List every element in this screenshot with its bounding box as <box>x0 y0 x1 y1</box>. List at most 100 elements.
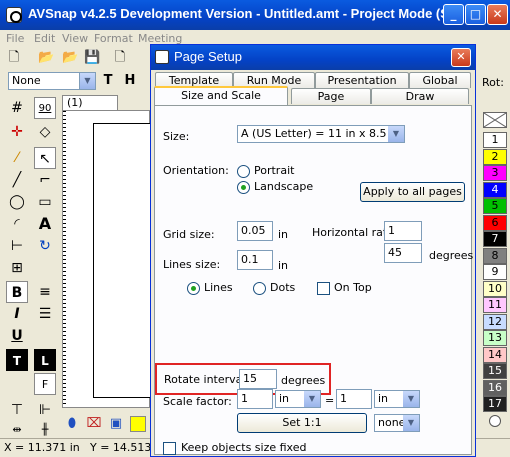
color-swatch-10[interactable]: 10 <box>483 280 507 297</box>
color-swatch-12[interactable]: 12 <box>483 313 507 330</box>
chevron-down-icon[interactable]: ▼ <box>403 391 419 407</box>
color-swatch-7[interactable]: 7 <box>483 231 507 247</box>
horizontal-ratio-input[interactable]: 1 <box>384 221 422 241</box>
scale-preset-select[interactable]: none ▼ <box>374 414 420 432</box>
arc-icon[interactable]: ◜ <box>6 213 28 235</box>
color-swatch-16[interactable]: 16 <box>483 379 507 396</box>
open-folder-icon[interactable]: 📂 <box>38 50 54 66</box>
h-button[interactable]: H <box>122 73 138 89</box>
app-icon <box>6 7 22 23</box>
color-swatch-11[interactable]: 11 <box>483 297 507 313</box>
menu-file[interactable]: File <box>6 32 24 45</box>
color-icon[interactable] <box>130 416 146 432</box>
menu-edit[interactable]: Edit <box>34 32 55 45</box>
chevron-down-icon[interactable]: ▼ <box>388 126 404 142</box>
color-swatch-2[interactable]: 2 <box>483 148 507 165</box>
menu-format[interactable]: Format <box>94 32 133 45</box>
color-swatch-8[interactable]: 8 <box>483 247 507 264</box>
maximize-button[interactable]: □ <box>465 4 486 25</box>
set-1-1-button[interactable]: Set 1:1 <box>237 413 367 433</box>
minimize-button[interactable]: _ <box>443 4 464 25</box>
polyline-icon[interactable]: ⌐ <box>34 169 56 191</box>
grid-icon[interactable]: # <box>6 97 28 119</box>
tab-draw[interactable]: Draw <box>371 88 469 104</box>
tab-presentation[interactable]: Presentation <box>315 72 409 88</box>
new-page-icon[interactable]: 🗋 <box>112 50 128 66</box>
delete-icon[interactable]: ⌧ <box>86 416 102 432</box>
scale-preset-value: none <box>378 416 406 429</box>
grid-size-input[interactable]: 0.05 <box>237 221 273 241</box>
line-icon[interactable]: ╱ <box>6 169 28 191</box>
angle-90-button[interactable]: 90 <box>34 97 56 119</box>
f-box-button[interactable]: F <box>34 373 56 395</box>
t-box-button[interactable]: T <box>6 349 28 371</box>
italic-button[interactable]: I <box>6 303 28 325</box>
drawing-canvas[interactable] <box>62 110 151 408</box>
palette-scroll-knob[interactable] <box>489 415 501 427</box>
color-swatch-14[interactable]: 14 <box>483 346 507 363</box>
align-left-icon[interactable]: ⊩ <box>34 399 56 421</box>
menu-view[interactable]: View <box>62 32 88 45</box>
on-top-checkbox[interactable] <box>317 282 330 295</box>
ellipse-icon[interactable]: ◯ <box>6 191 28 213</box>
color-swatch-9[interactable]: 9 <box>483 264 507 280</box>
open-special-icon[interactable]: 📂 <box>62 50 78 66</box>
dialog-close-button[interactable]: ✕ <box>451 48 471 67</box>
keep-size-checkbox[interactable] <box>163 442 176 455</box>
scale-left-unit-select[interactable]: in ▼ <box>275 390 321 408</box>
layer-combo[interactable]: None ▼ <box>8 72 96 90</box>
drop-icon[interactable]: ⬮ <box>64 416 80 432</box>
align-center-icon[interactable]: ≡ <box>34 281 56 303</box>
close-button[interactable]: ✕ <box>487 4 508 25</box>
crosshair-icon[interactable]: ✛ <box>6 121 28 143</box>
new-file-icon[interactable]: 🗋 <box>6 50 22 66</box>
apply-all-pages-button[interactable]: Apply to all pages <box>360 182 465 202</box>
scale-right-input[interactable]: 1 <box>336 389 372 409</box>
select-arrow-icon[interactable]: ↖ <box>34 147 56 169</box>
l-box-button[interactable]: L <box>34 349 56 371</box>
tab-global[interactable]: Global <box>409 72 471 88</box>
tab-size-and-scale[interactable]: Size and Scale <box>154 86 288 105</box>
eyedropper-icon[interactable]: ⁄ <box>6 147 28 169</box>
dots-radio[interactable] <box>253 282 266 295</box>
fill-icon[interactable]: ◇ <box>34 121 56 143</box>
table-icon[interactable]: ⊞ <box>6 257 28 279</box>
degrees-input[interactable]: 45 <box>384 243 422 263</box>
image-icon[interactable]: ▣ <box>108 416 124 432</box>
page-tab[interactable]: (1) Page1 <box>62 95 118 123</box>
align-justify-icon[interactable]: ☰ <box>34 303 56 325</box>
text-tool[interactable]: A <box>34 213 56 235</box>
rotate-icon[interactable]: ↻ <box>34 235 56 257</box>
rotate-interval-input[interactable]: 15 <box>239 369 277 389</box>
scale-left-input[interactable]: 1 <box>237 389 273 409</box>
color-swatch-13[interactable]: 13 <box>483 330 507 346</box>
save-icon[interactable]: 💾 <box>84 50 100 66</box>
lines-radio[interactable] <box>187 282 200 295</box>
align-top-icon[interactable]: ⊤ <box>6 399 28 421</box>
text-button[interactable]: T <box>100 73 116 89</box>
landscape-radio[interactable] <box>237 181 250 194</box>
rotate-interval-label: Rotate interval: <box>164 373 250 386</box>
bold-button[interactable]: B <box>6 281 28 303</box>
dimension-icon[interactable]: ⊢ <box>6 235 28 257</box>
scale-right-unit-select[interactable]: in ▼ <box>374 390 420 408</box>
degrees-label: degrees <box>429 249 474 262</box>
color-swatch-17[interactable]: 17 <box>483 396 507 412</box>
color-swatch-15[interactable]: 15 <box>483 363 507 379</box>
chevron-down-icon[interactable]: ▼ <box>79 73 95 89</box>
underline-button[interactable]: U <box>6 325 28 347</box>
color-swatch-4[interactable]: 4 <box>483 181 507 198</box>
chevron-down-icon[interactable]: ▼ <box>304 391 320 407</box>
portrait-radio[interactable] <box>237 165 250 178</box>
color-swatch-1[interactable]: 1 <box>483 132 507 148</box>
rectangle-icon[interactable]: ▭ <box>34 191 56 213</box>
color-swatch-5[interactable]: 5 <box>483 198 507 214</box>
chevron-down-icon[interactable]: ▼ <box>403 415 419 431</box>
tool-palette: # 90 ✛ ◇ ⁄ ↖ ╱ ⌐ ◯ ▭ ◜ A ⊢ ↻ ⊞ B ≡ I ☰ U… <box>0 93 62 438</box>
tab-page[interactable]: Page <box>291 88 371 104</box>
size-select[interactable]: A (US Letter) = 11 in x 8.5 in ▼ <box>237 125 405 143</box>
color-swatch-3[interactable]: 3 <box>483 165 507 181</box>
lines-size-input[interactable]: 0.1 <box>237 250 273 270</box>
color-swatch-6[interactable]: 6 <box>483 214 507 231</box>
size-label: Size: <box>163 130 190 143</box>
